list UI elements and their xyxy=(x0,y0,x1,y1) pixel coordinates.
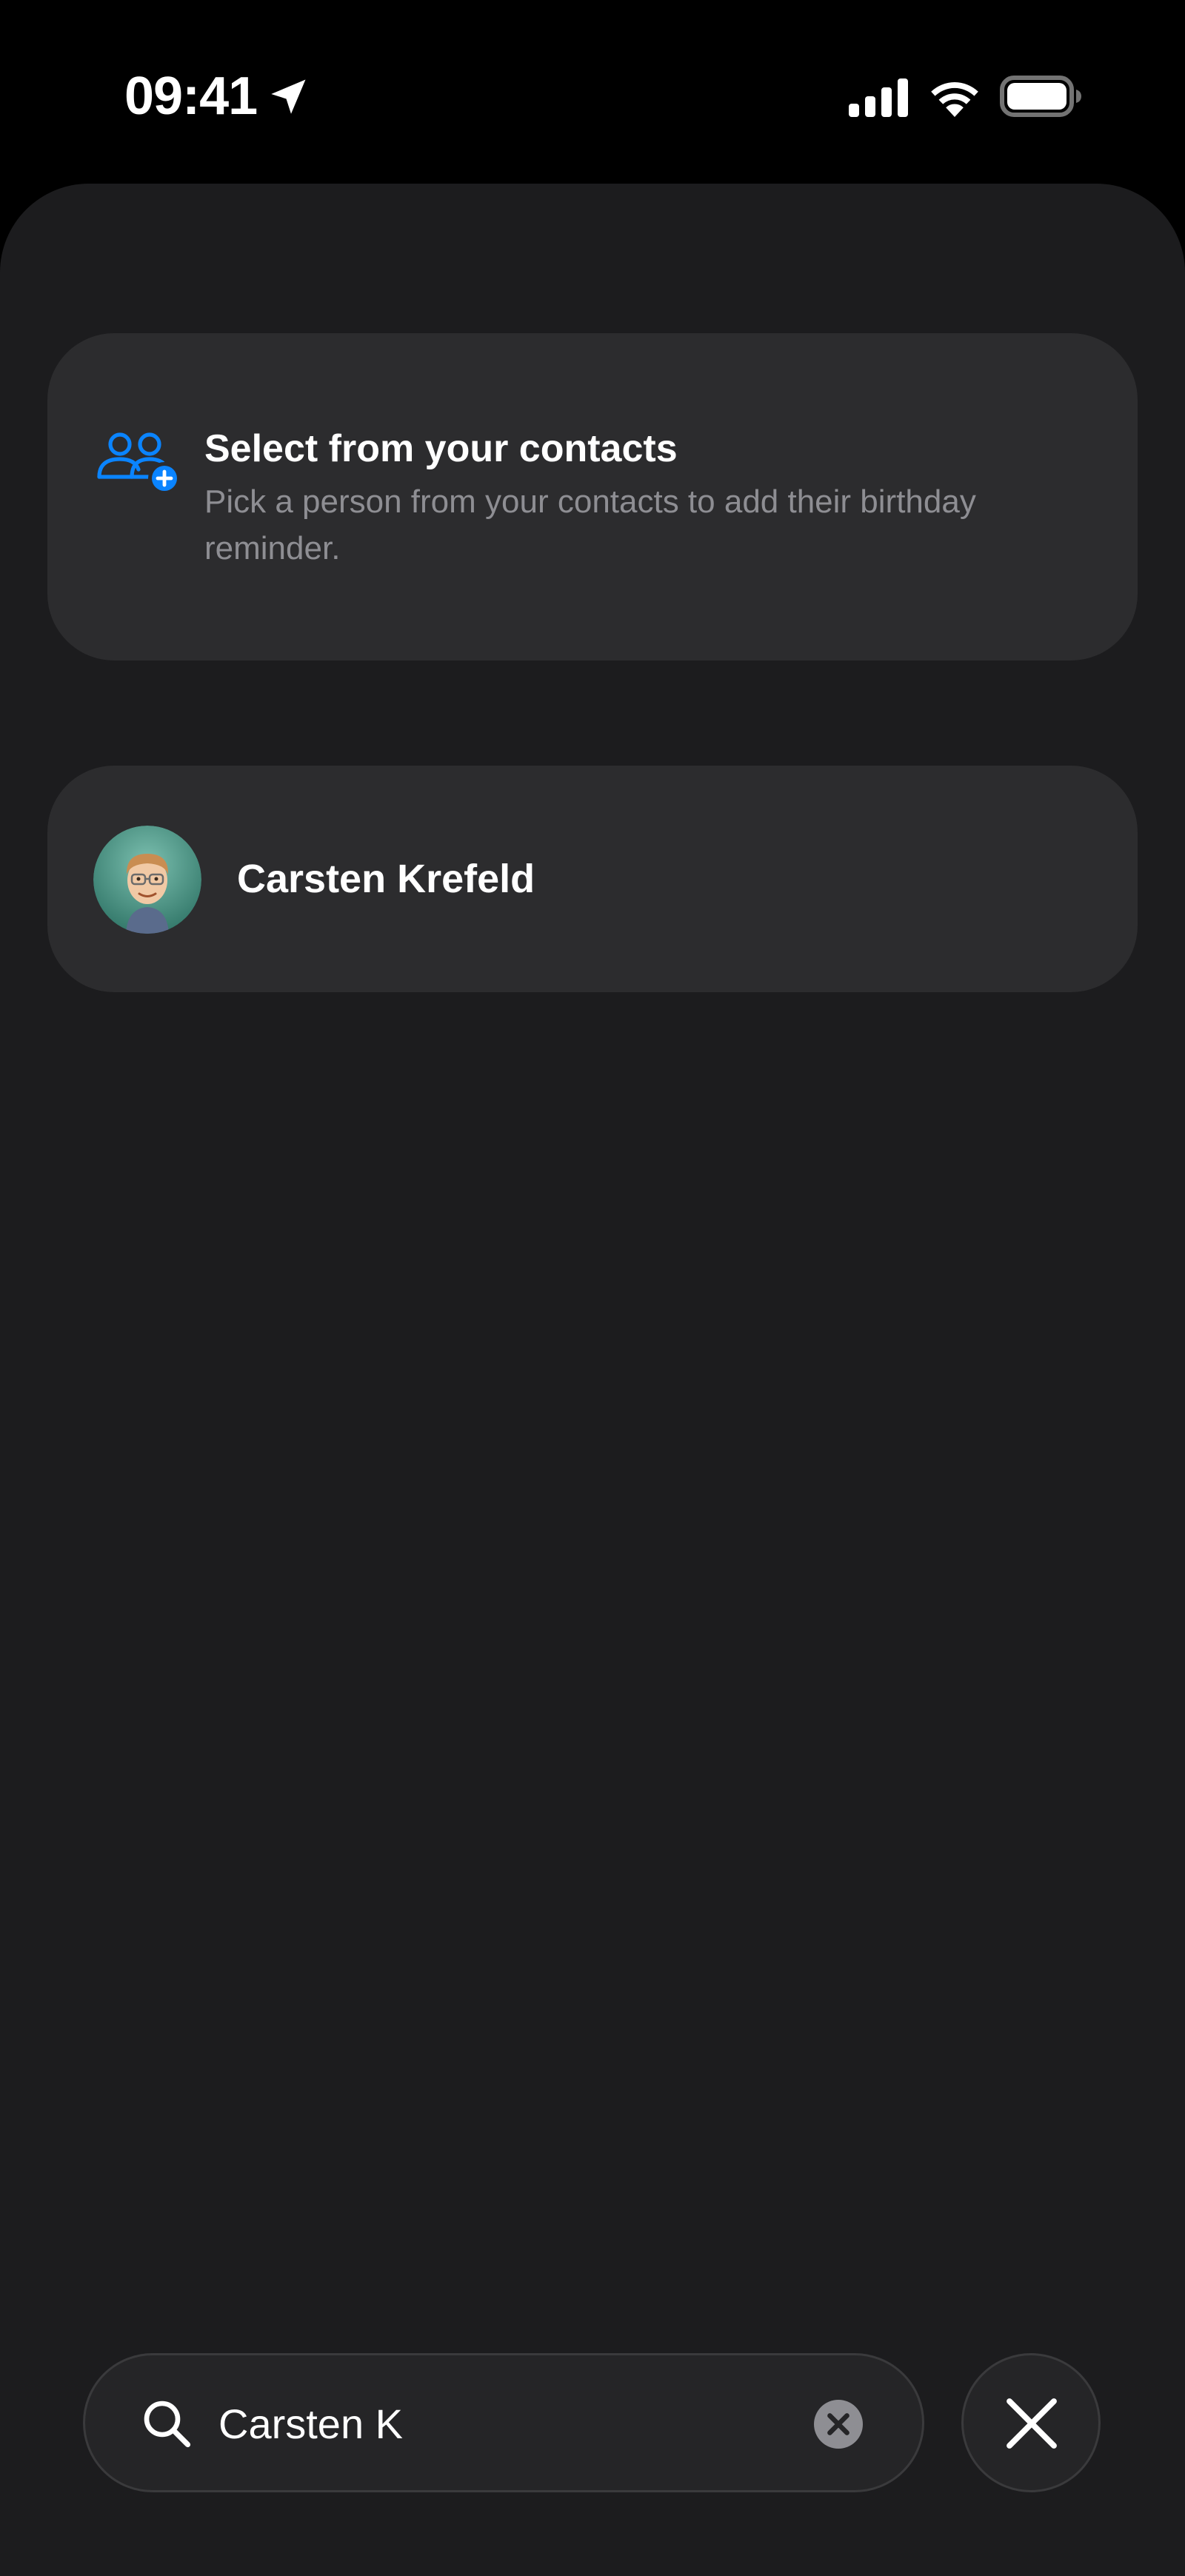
contact-name: Carsten Krefeld xyxy=(237,857,535,901)
contacts-card-title: Select from your contacts xyxy=(204,427,678,470)
memoji-avatar xyxy=(93,826,201,934)
search-icon xyxy=(144,2401,191,2448)
list-item[interactable]: Carsten Krefeld xyxy=(47,766,1138,992)
status-time: 09:41 xyxy=(124,67,258,126)
search-bar[interactable] xyxy=(83,2353,924,2492)
wifi-icon xyxy=(931,82,978,117)
select-from-contacts-card[interactable]: Select from your contacts Pick a person … xyxy=(47,333,1138,660)
location-arrow-icon xyxy=(271,79,306,114)
close-icon xyxy=(1007,2398,1057,2449)
cellular-signal-icon xyxy=(849,78,908,117)
contacts-card-description: Pick a person from your contacts to add … xyxy=(204,484,976,566)
status-bar: 09:41 xyxy=(0,0,1185,185)
close-button[interactable] xyxy=(961,2353,1101,2492)
contacts-add-icon xyxy=(97,432,181,495)
search-input[interactable] xyxy=(218,2394,737,2453)
battery-icon xyxy=(1000,76,1081,117)
contacts-sheet: Select from your contacts Pick a person … xyxy=(0,184,1185,2576)
clear-icon[interactable] xyxy=(814,2400,863,2449)
